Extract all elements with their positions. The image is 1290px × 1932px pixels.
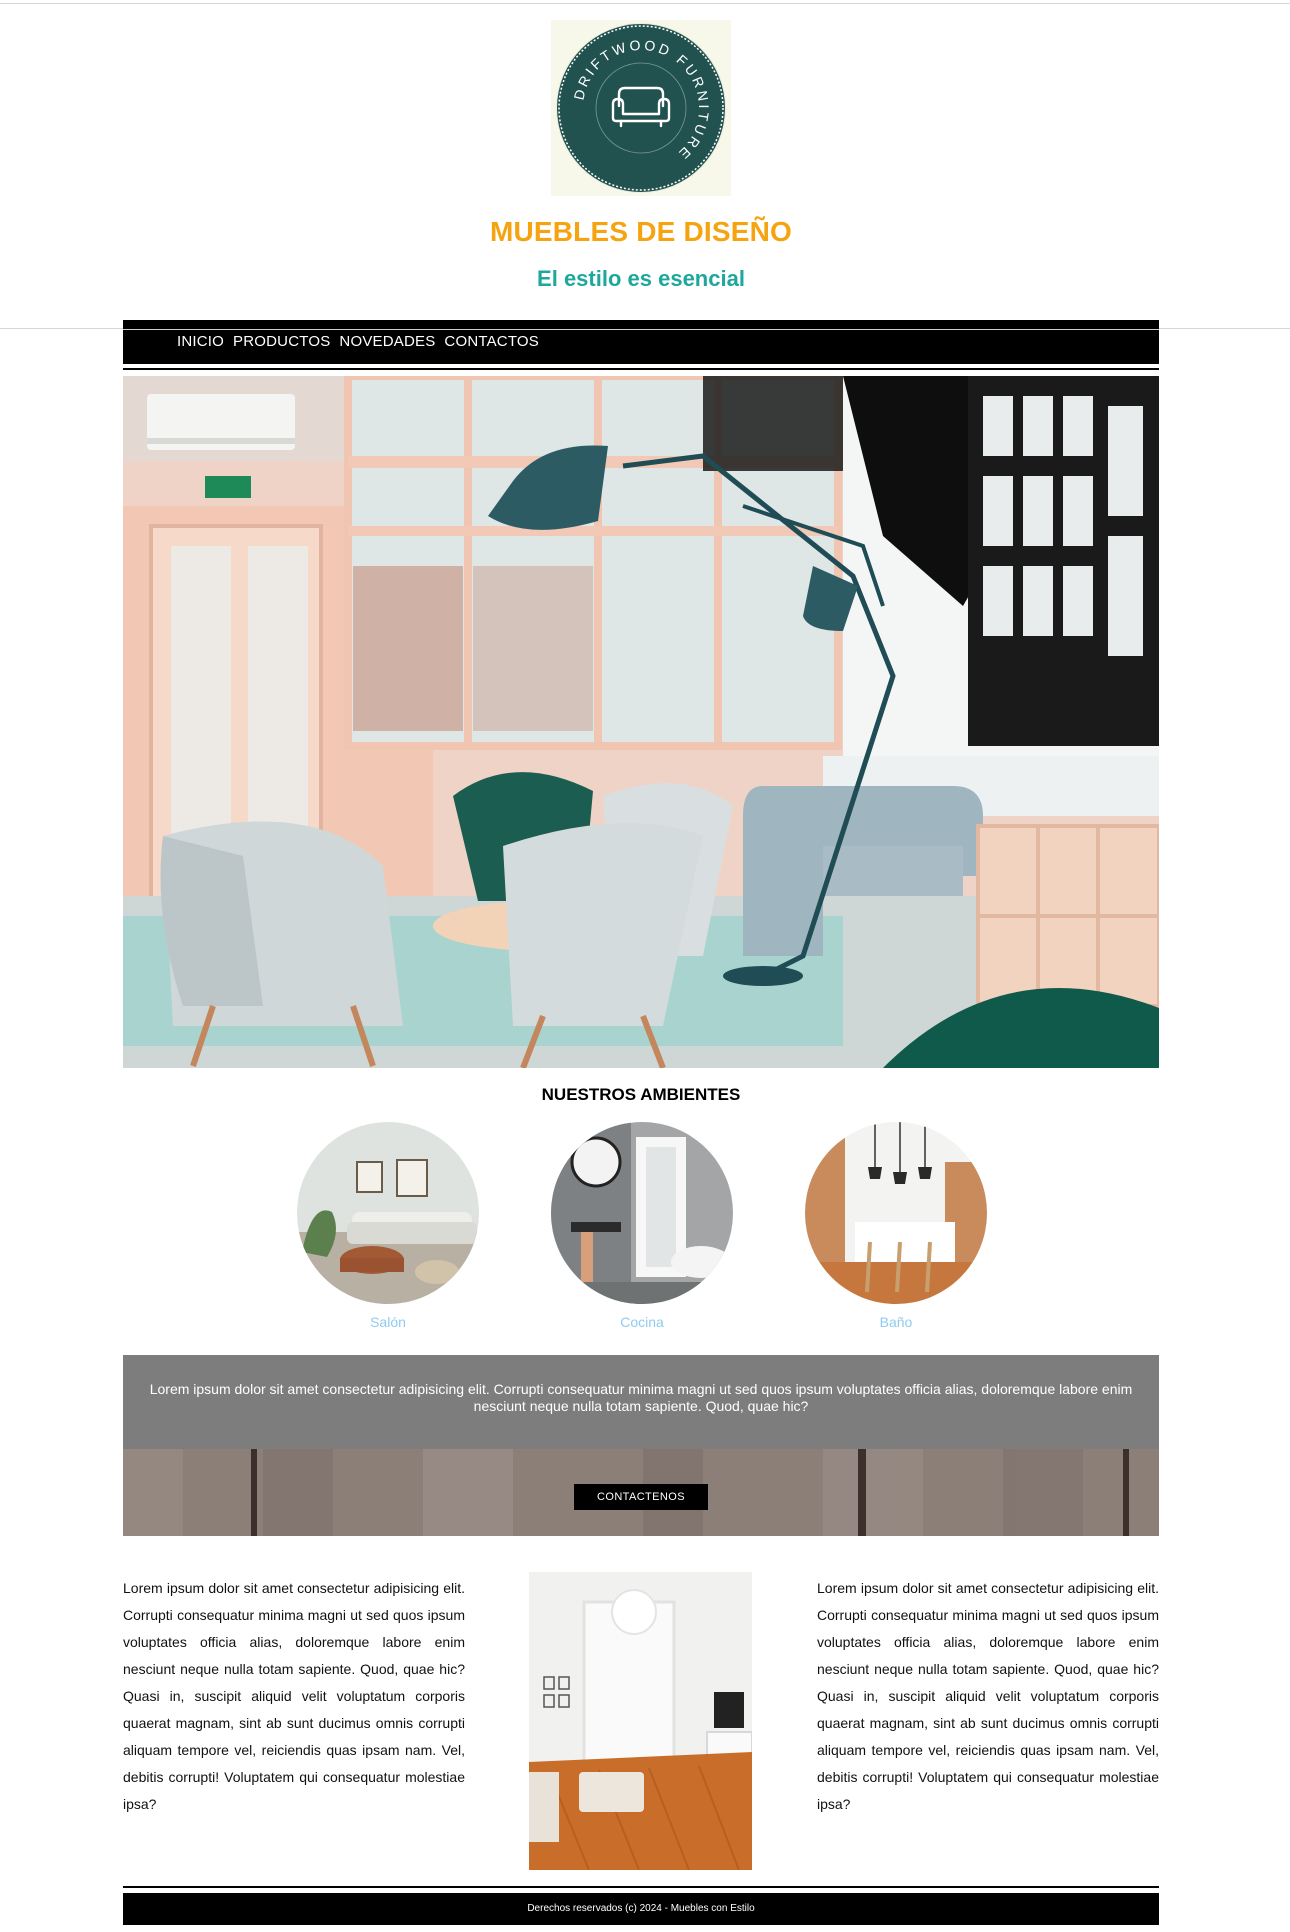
salon-image[interactable]	[297, 1122, 479, 1304]
content-left-text: Lorem ipsum dolor sit amet consectetur a…	[123, 1580, 465, 1812]
contactenos-button[interactable]: CONTACTENOS	[574, 1484, 708, 1510]
bano-image[interactable]	[805, 1122, 987, 1304]
nav-item-contactos[interactable]: CONTACTOS	[444, 333, 539, 350]
hero-image	[123, 376, 1159, 1068]
bano-caption[interactable]: Baño	[805, 1314, 987, 1330]
nav-item-inicio[interactable]: INICIO	[177, 333, 224, 350]
nav-links: INICIO PRODUCTOS NOVEDADES CONTACTOS	[177, 333, 539, 350]
nav-item-novedades[interactable]: NOVEDADES	[339, 333, 435, 350]
content-right-text: Lorem ipsum dolor sit amet consectetur a…	[817, 1580, 1159, 1812]
banner-text-area: Lorem ipsum dolor sit amet consectetur a…	[123, 1355, 1159, 1449]
content-room-image	[529, 1572, 752, 1870]
footer-divider	[123, 1886, 1159, 1888]
nav-underline	[123, 368, 1159, 370]
nav-top-line	[123, 329, 1159, 330]
site-title: MUEBLES DE DISEÑO	[489, 216, 793, 247]
cocina-image[interactable]	[551, 1122, 733, 1304]
promo-banner: Lorem ipsum dolor sit amet consectetur a…	[123, 1355, 1159, 1536]
nav-item-productos[interactable]: PRODUCTOS	[233, 333, 330, 350]
ambiente-salon[interactable]: Salón	[297, 1122, 479, 1330]
brand-logo[interactable]: DRIFTWOOD FURNITURE	[551, 20, 731, 196]
ambiente-cocina[interactable]: Cocina	[551, 1122, 733, 1330]
banner-text: Lorem ipsum dolor sit amet consectetur a…	[149, 1381, 1133, 1414]
top-divider	[0, 3, 1290, 4]
ambientes-title: NUESTROS AMBIENTES	[541, 1085, 741, 1104]
salon-caption[interactable]: Salón	[297, 1314, 479, 1330]
ambiente-bano[interactable]: Baño	[805, 1122, 987, 1330]
footer: Derechos reservados (c) 2024 - Muebles c…	[123, 1893, 1159, 1925]
main-nav: INICIO PRODUCTOS NOVEDADES CONTACTOS	[123, 320, 1159, 364]
footer-text: Derechos reservados (c) 2024 - Muebles c…	[527, 1903, 755, 1914]
site-subtitle: El estilo es esencial	[537, 266, 745, 291]
sofa-icon: DRIFTWOOD FURNITURE	[556, 23, 726, 193]
cocina-caption[interactable]: Cocina	[551, 1314, 733, 1330]
